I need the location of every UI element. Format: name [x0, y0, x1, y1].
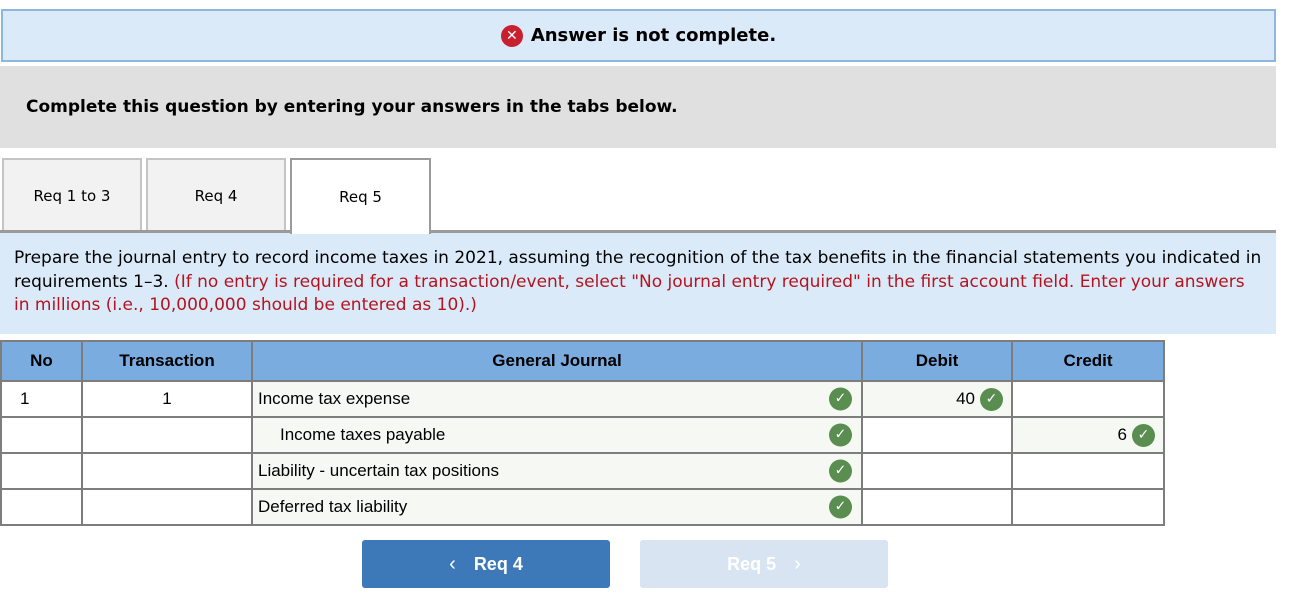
row-transaction: [81, 416, 253, 454]
prev-req-label: Req 4: [473, 553, 523, 574]
table-row: Deferred tax liability ✓: [0, 488, 1165, 526]
x-circle-icon: ✕: [500, 24, 523, 47]
instruction-bar: Complete this question by entering your …: [0, 66, 1276, 148]
check-icon: ✓: [829, 495, 852, 519]
account-select[interactable]: Income tax expense ✓: [251, 380, 863, 418]
chevron-right-icon: ›: [794, 552, 801, 575]
next-req-label: Req 5: [727, 553, 777, 574]
account-select[interactable]: Liability - uncertain tax positions ✓: [251, 452, 863, 490]
debit-input[interactable]: 40 ✓: [861, 380, 1013, 418]
row-no: [0, 416, 83, 454]
credit-input[interactable]: [1011, 452, 1165, 490]
header-credit: Credit: [1011, 340, 1165, 382]
account-select[interactable]: Income taxes payable ✓: [251, 416, 863, 454]
debit-input[interactable]: [861, 416, 1013, 454]
chevron-left-icon: ‹: [449, 552, 456, 575]
tab-req-5[interactable]: Req 5: [290, 158, 431, 234]
check-icon: ✓: [1132, 423, 1155, 447]
debit-input[interactable]: [861, 488, 1013, 526]
credit-input[interactable]: [1011, 488, 1165, 526]
header-debit: Debit: [861, 340, 1013, 382]
table-row: Liability - uncertain tax positions ✓: [0, 452, 1165, 490]
journal-entry-table: No Transaction General Journal Debit Cre…: [0, 340, 1165, 526]
tab-req-4[interactable]: Req 4: [146, 158, 286, 232]
question-prompt: Prepare the journal entry to record inco…: [0, 233, 1276, 334]
row-no: 1: [0, 380, 83, 418]
prompt-note-text: (If no entry is required for a transacti…: [14, 271, 1245, 316]
prev-req-button[interactable]: ‹ Req 4: [362, 540, 610, 588]
account-name: Liability - uncertain tax positions: [258, 461, 499, 480]
answer-status-banner: ✕ Answer is not complete.: [1, 9, 1276, 62]
credit-input[interactable]: 6 ✓: [1011, 416, 1165, 454]
row-no: [0, 488, 83, 526]
row-no: [0, 452, 83, 490]
account-name: Income taxes payable: [280, 425, 446, 444]
header-transaction: Transaction: [81, 340, 253, 382]
account-name: Deferred tax liability: [258, 497, 408, 516]
debit-value: 40: [956, 388, 975, 408]
table-row: 1 1 Income tax expense ✓ 40 ✓: [0, 380, 1165, 418]
header-general-journal: General Journal: [251, 340, 863, 382]
answer-status-text: Answer is not complete.: [530, 25, 777, 46]
row-transaction: 1: [81, 380, 253, 418]
table-header-row: No Transaction General Journal Debit Cre…: [0, 340, 1165, 382]
credit-value: 6: [1117, 424, 1127, 444]
instruction-text: Complete this question by entering your …: [26, 97, 678, 117]
check-icon: ✓: [980, 387, 1003, 411]
account-select[interactable]: Deferred tax liability ✓: [251, 488, 863, 526]
debit-input[interactable]: [861, 452, 1013, 490]
header-no: No: [0, 340, 83, 382]
row-transaction: [81, 488, 253, 526]
next-req-button[interactable]: Req 5 ›: [640, 540, 888, 588]
tab-req-1-to-3[interactable]: Req 1 to 3: [2, 158, 142, 232]
row-transaction: [81, 452, 253, 490]
check-icon: ✓: [829, 459, 852, 483]
check-icon: ✓: [829, 423, 852, 447]
table-row: Income taxes payable ✓ 6 ✓: [0, 416, 1165, 454]
credit-input[interactable]: [1011, 380, 1165, 418]
account-name: Income tax expense: [258, 389, 411, 408]
check-icon: ✓: [829, 387, 852, 411]
